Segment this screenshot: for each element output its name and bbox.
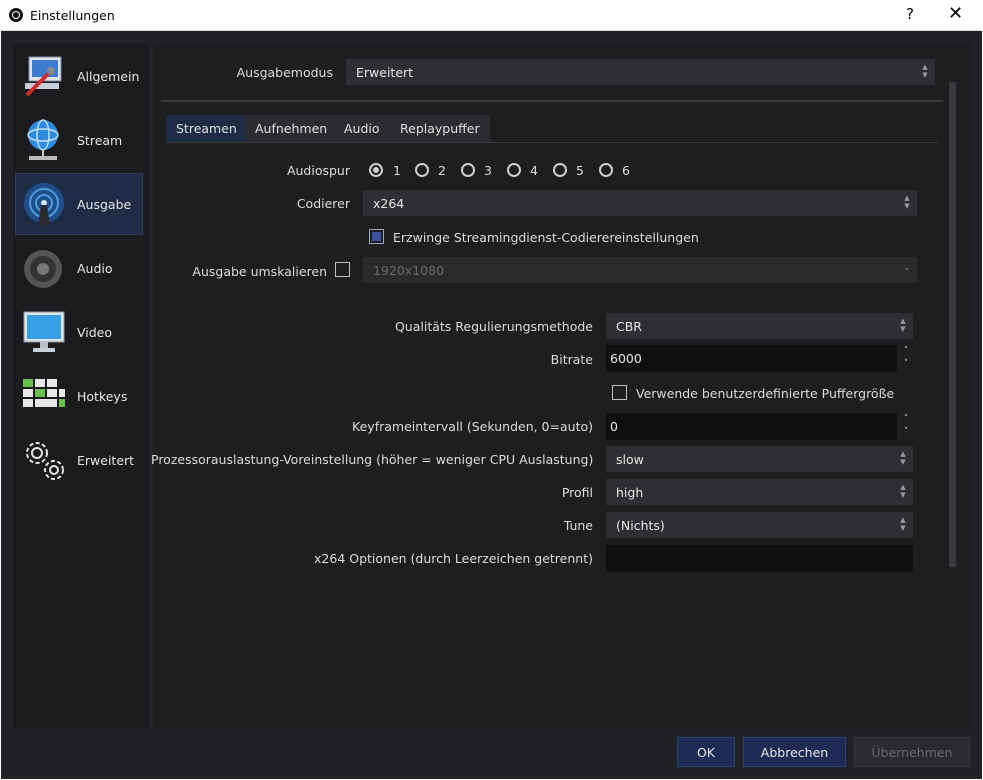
title-bar: Einstellungen ? ✕ bbox=[0, 0, 983, 31]
sidebar-item-label: Erweitert bbox=[77, 452, 135, 468]
sidebar-item-ausgabe[interactable]: Ausgabe bbox=[15, 173, 143, 235]
chevron-down-icon: ⌄ bbox=[903, 263, 911, 272]
sidebar-item-stream[interactable]: Stream bbox=[16, 110, 142, 170]
bitrate-label: Bitrate bbox=[550, 352, 593, 367]
sidebar-item-label: Stream bbox=[77, 132, 123, 148]
rate-control-select[interactable]: CBR ▲ ▼ bbox=[606, 313, 913, 339]
profile-value: high bbox=[616, 485, 644, 500]
general-settings-icon bbox=[21, 53, 67, 99]
tune-label: Tune bbox=[563, 518, 593, 533]
sidebar-item-audio[interactable]: Audio bbox=[16, 238, 142, 298]
cpu-preset-select[interactable]: slow ▲ ▼ bbox=[606, 446, 913, 472]
sidebar-item-allgemein[interactable]: Allgemein bbox=[16, 46, 142, 106]
rate-control-value: CBR bbox=[616, 319, 642, 334]
window-title: Einstellungen bbox=[30, 8, 115, 23]
keyframe-interval-value: 0 bbox=[610, 419, 618, 434]
sidebar-item-hotkeys[interactable]: Hotkeys bbox=[16, 366, 142, 426]
settings-window: Allgemein Stream Ausgabe Audio Video Hot… bbox=[1, 31, 982, 779]
encoder-select[interactable]: x264 ▲ ▼ bbox=[363, 190, 917, 216]
cancel-button[interactable]: Abbrechen bbox=[743, 737, 846, 767]
rescale-resolution-value: 1920x1080 bbox=[373, 263, 445, 278]
tab-audio[interactable]: Audio bbox=[334, 115, 390, 142]
close-button[interactable]: ✕ bbox=[948, 3, 963, 24]
enforce-encoder-label: Erzwinge Streamingdienst-Codierereinstel… bbox=[393, 230, 699, 245]
rescale-resolution-select[interactable]: 1920x1080 ⌄ bbox=[363, 257, 917, 283]
output-mode-label: Ausgabemodus bbox=[236, 65, 333, 80]
gears-icon bbox=[21, 437, 67, 483]
audio-track-3-label: 3 bbox=[484, 163, 492, 178]
sidebar-item-label: Allgemein bbox=[77, 68, 140, 84]
audio-track-radio-4[interactable] bbox=[507, 163, 521, 177]
globe-icon bbox=[21, 117, 67, 163]
updown-arrows-icon: ▲ ▼ bbox=[900, 450, 906, 466]
updown-arrows-icon: ▲ ▼ bbox=[900, 483, 906, 499]
updown-arrows-icon: ▲ ▼ bbox=[904, 194, 910, 210]
audio-track-radio-1[interactable] bbox=[369, 163, 383, 177]
vertical-scrollbar[interactable] bbox=[949, 82, 956, 567]
sidebar-item-erweitert[interactable]: Erweitert bbox=[16, 430, 142, 490]
rate-control-label: Qualitäts Regulierungsmethode bbox=[394, 319, 593, 334]
tab-replaypuffer[interactable]: Replaypuffer bbox=[390, 115, 490, 142]
audio-track-radio-6[interactable] bbox=[599, 163, 613, 177]
tab-aufnehmen[interactable]: Aufnehmen bbox=[245, 115, 338, 142]
sidebar-item-label: Audio bbox=[77, 260, 113, 276]
audio-track-radio-3[interactable] bbox=[461, 163, 475, 177]
bitrate-input[interactable]: 6000 bbox=[606, 345, 897, 372]
sidebar-item-video[interactable]: Video bbox=[16, 302, 142, 362]
help-button[interactable]: ? bbox=[906, 5, 914, 23]
encoder-label: Codierer bbox=[296, 196, 350, 211]
bitrate-stepper[interactable]: ˄ ˅ bbox=[897, 345, 915, 372]
output-mode-value: Erweitert bbox=[356, 65, 414, 80]
profile-label: Profil bbox=[561, 485, 593, 500]
keyframe-interval-stepper[interactable]: ˄ ˅ bbox=[897, 413, 915, 440]
apply-button[interactable]: Übernehmen bbox=[854, 737, 970, 767]
tab-underline bbox=[166, 142, 938, 143]
audio-track-6-label: 6 bbox=[622, 163, 630, 178]
keyframe-interval-input[interactable]: 0 bbox=[606, 413, 897, 440]
updown-arrows-icon: ▲ ▼ bbox=[900, 317, 906, 333]
sidebar-item-label: Video bbox=[77, 324, 113, 340]
sidebar-item-label: Ausgabe bbox=[77, 196, 132, 212]
custom-buffer-label: Verwende benutzerdefinierte Puffergröße bbox=[636, 386, 895, 401]
tune-select[interactable]: (Nichts) ▲ ▼ bbox=[606, 512, 913, 538]
keyframe-interval-label: Keyframeintervall (Sekunden, 0=auto) bbox=[352, 419, 593, 434]
x264-options-input[interactable] bbox=[606, 545, 913, 572]
tune-value: (Nichts) bbox=[616, 518, 665, 533]
output-mode-select[interactable]: Erweitert ▲ ▼ bbox=[346, 59, 935, 85]
audio-track-4-label: 4 bbox=[530, 163, 538, 178]
audio-track-label: Audiospur bbox=[286, 163, 350, 178]
cpu-preset-value: slow bbox=[616, 452, 644, 467]
obs-logo-icon bbox=[9, 8, 23, 22]
audio-track-1-label: 1 bbox=[393, 163, 401, 178]
cpu-preset-label: Prozessorauslastung-Voreinstellung (höhe… bbox=[151, 452, 594, 467]
broadcast-icon bbox=[21, 181, 67, 227]
bitrate-value: 6000 bbox=[610, 351, 642, 366]
updown-arrows-icon: ▲ ▼ bbox=[900, 516, 906, 532]
sidebar-item-label: Hotkeys bbox=[77, 388, 128, 404]
audio-track-5-label: 5 bbox=[576, 163, 584, 178]
encoder-value: x264 bbox=[373, 196, 405, 211]
rescale-output-checkbox[interactable] bbox=[335, 262, 350, 277]
x264-options-label: x264 Optionen (durch Leerzeichen getrenn… bbox=[314, 551, 593, 566]
settings-sidebar: Allgemein Stream Ausgabe Audio Video Hot… bbox=[13, 43, 149, 728]
keyboard-icon bbox=[21, 373, 67, 419]
custom-buffer-checkbox[interactable] bbox=[612, 385, 627, 400]
profile-select[interactable]: high ▲ ▼ bbox=[606, 479, 913, 505]
ok-button[interactable]: OK bbox=[677, 737, 735, 767]
tab-streamen[interactable]: Streamen bbox=[166, 115, 247, 142]
audio-track-radio-2[interactable] bbox=[415, 163, 429, 177]
speaker-icon bbox=[21, 245, 67, 291]
enforce-encoder-checkbox[interactable] bbox=[369, 229, 384, 244]
rescale-output-label: Ausgabe umskalieren bbox=[192, 264, 327, 279]
separator bbox=[161, 100, 943, 102]
audio-track-2-label: 2 bbox=[438, 163, 446, 178]
updown-arrows-icon: ▲ ▼ bbox=[922, 63, 928, 79]
monitor-icon bbox=[21, 309, 67, 355]
audio-track-radio-5[interactable] bbox=[553, 163, 567, 177]
